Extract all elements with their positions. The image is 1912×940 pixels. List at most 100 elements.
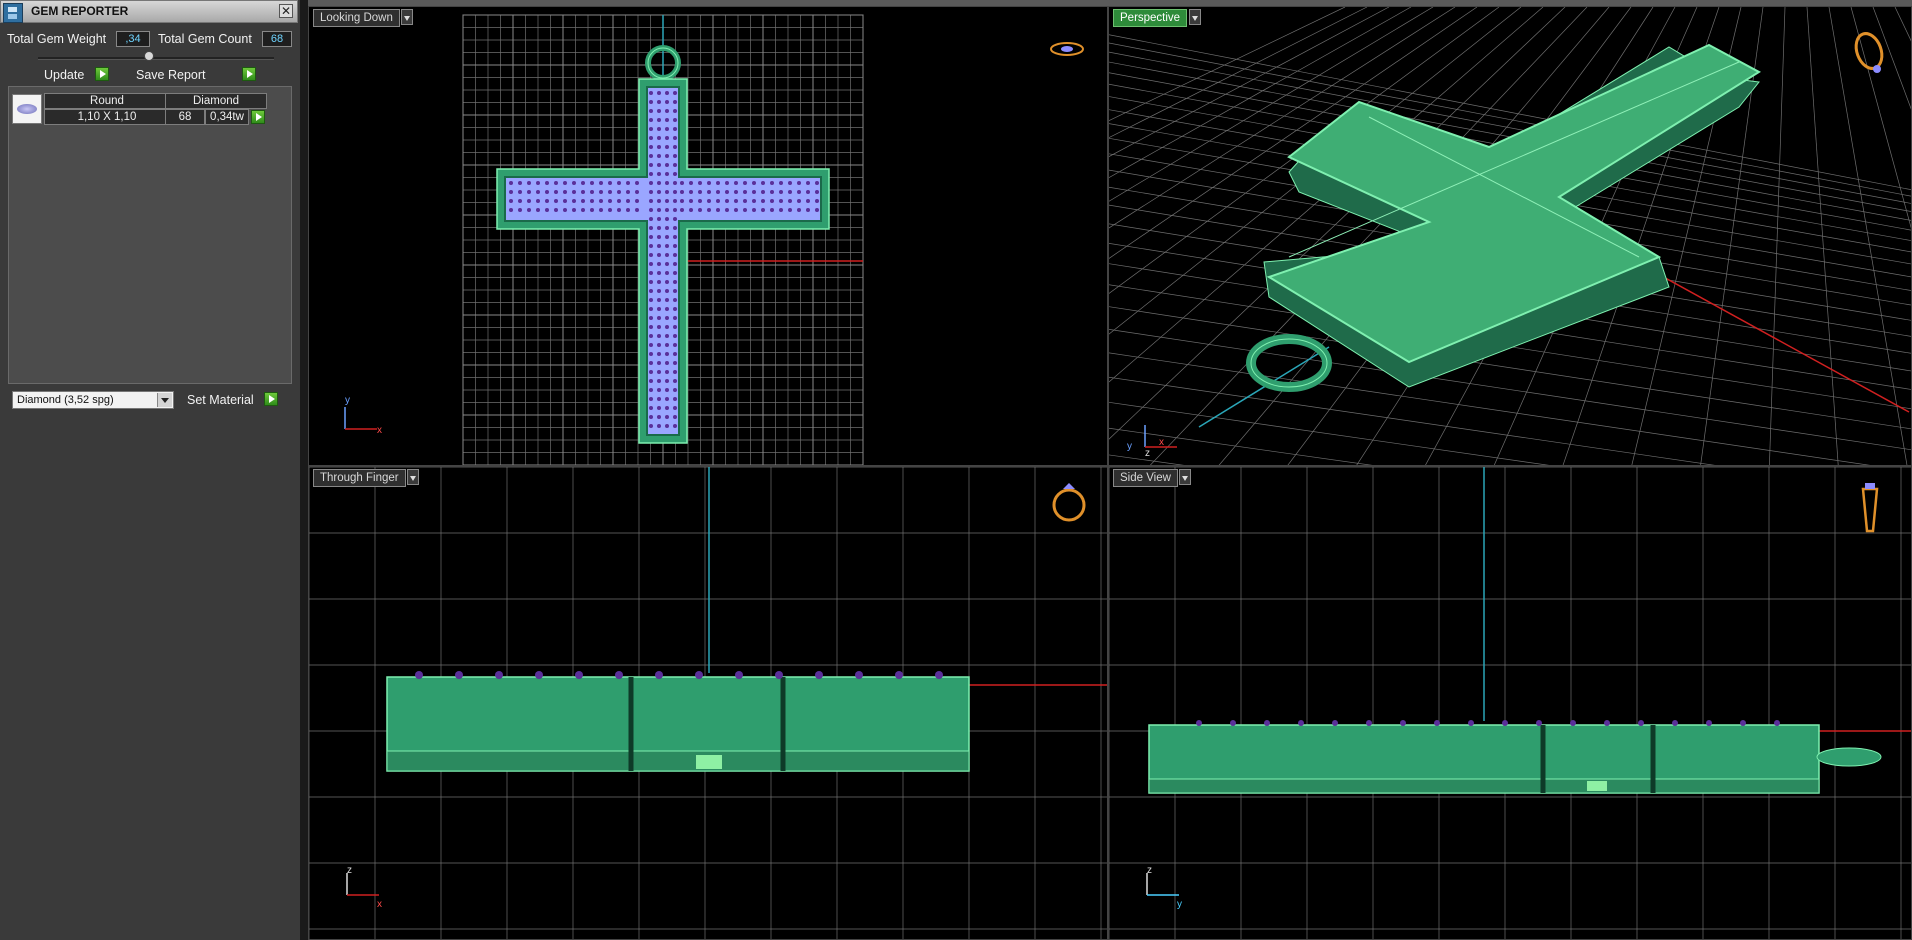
gem-prong <box>657 271 661 275</box>
gem-prong <box>657 325 661 329</box>
gem-prong <box>806 190 810 194</box>
gem-prong <box>649 253 653 257</box>
gem-prong <box>725 199 729 203</box>
gem-prong <box>536 199 540 203</box>
gem-prong <box>665 424 669 428</box>
chevron-down-icon[interactable] <box>407 469 419 485</box>
gem-prong <box>665 397 669 401</box>
gem-prong <box>665 199 669 203</box>
save-report-button[interactable]: Save Report <box>136 68 205 82</box>
gem-prong <box>657 406 661 410</box>
gem-prong <box>665 307 669 311</box>
gem-prong <box>716 181 720 185</box>
gem-prong <box>689 190 693 194</box>
gem-prong <box>649 226 653 230</box>
ring-orientation-icon[interactable] <box>1047 39 1087 59</box>
gem-prong <box>895 671 903 679</box>
panel-slider-knob[interactable] <box>144 51 154 61</box>
gem-prong <box>673 289 677 293</box>
gem-prong <box>649 352 653 356</box>
ring-orientation-icon[interactable] <box>1855 481 1885 537</box>
gem-prong <box>599 190 603 194</box>
gem-prong <box>673 109 677 113</box>
top-view-canvas <box>344 14 864 465</box>
gem-prong <box>657 190 661 194</box>
chevron-down-icon[interactable] <box>157 393 172 407</box>
gem-row-play-icon[interactable] <box>251 110 265 124</box>
gem-prong <box>599 199 603 203</box>
gem-prong <box>545 190 549 194</box>
gem-prong <box>657 334 661 338</box>
ring-orientation-icon[interactable] <box>1049 479 1089 525</box>
gem-prong <box>649 298 653 302</box>
chevron-down-icon[interactable] <box>1179 469 1191 485</box>
gem-prong <box>635 208 639 212</box>
gem-prong <box>770 208 774 212</box>
gem-prong <box>563 208 567 212</box>
cross-front-base <box>386 750 970 772</box>
set-material-button[interactable]: Set Material <box>187 393 254 407</box>
update-play-icon[interactable] <box>95 67 109 81</box>
gem-prong <box>665 271 669 275</box>
gem-prong <box>649 325 653 329</box>
gem-prong <box>673 253 677 257</box>
save-report-play-icon[interactable] <box>242 67 256 81</box>
gem-prong <box>657 199 661 203</box>
viewport-label-front[interactable]: Through Finger <box>313 469 406 487</box>
grid-line <box>1769 7 1786 465</box>
panel-title-bar: GEM REPORTER ✕ <box>0 0 298 23</box>
gem-prong <box>657 280 661 284</box>
round-gem-icon[interactable] <box>12 94 42 124</box>
gem-prong <box>657 361 661 365</box>
close-icon[interactable]: ✕ <box>279 4 293 18</box>
gem-prong <box>788 208 792 212</box>
gem-prong <box>707 190 711 194</box>
gem-prong <box>707 199 711 203</box>
gem-prong <box>649 289 653 293</box>
gem-prong <box>855 671 863 679</box>
gem-prong <box>608 190 612 194</box>
gem-prong <box>665 262 669 266</box>
ring-orientation-icon[interactable] <box>1851 29 1891 75</box>
bail-side-ring <box>1816 747 1882 767</box>
gem-prong <box>649 190 653 194</box>
viewport-looking-down[interactable]: Looking Down y x <box>308 6 1108 466</box>
gem-prong <box>581 190 585 194</box>
gem-prong <box>673 406 677 410</box>
gem-prong <box>509 181 513 185</box>
gem-prong <box>788 190 792 194</box>
gem-prong <box>649 244 653 248</box>
gem-prong <box>1740 720 1746 726</box>
gem-prong <box>527 208 531 212</box>
gem-prong <box>649 181 653 185</box>
grid-line <box>1109 7 1368 139</box>
gem-prong <box>1196 720 1202 726</box>
perspective-canvas <box>1109 7 1911 465</box>
gem-prong <box>815 181 819 185</box>
gem-prong <box>1400 720 1406 726</box>
axis-label-z: z <box>1147 865 1152 876</box>
viewport-label-side[interactable]: Side View <box>1113 469 1178 487</box>
chevron-down-icon[interactable] <box>401 9 413 25</box>
material-select[interactable]: Diamond (3,52 spg) <box>12 391 174 409</box>
viewport-label-perspective[interactable]: Perspective <box>1113 9 1188 27</box>
viewport-through-finger[interactable]: Through Finger z x <box>308 466 1108 940</box>
gem-prong <box>581 181 585 185</box>
gem-prong <box>657 424 661 428</box>
viewport-perspective[interactable]: Perspective y z x <box>1108 6 1912 466</box>
gem-prong <box>626 208 630 212</box>
gem-prong <box>657 172 661 176</box>
gem-prong <box>752 199 756 203</box>
gem-prong <box>649 145 653 149</box>
gem-prong <box>657 145 661 149</box>
gem-prong <box>657 262 661 266</box>
viewport-side-view[interactable]: Side View z y <box>1108 466 1912 940</box>
update-button[interactable]: Update <box>44 68 84 82</box>
gem-prong <box>665 127 669 131</box>
gem-prong <box>608 208 612 212</box>
chevron-down-icon[interactable] <box>1189 9 1201 25</box>
set-material-play-icon[interactable] <box>264 392 278 406</box>
panel-divider[interactable] <box>300 0 308 940</box>
total-count-value: 68 <box>262 31 292 47</box>
viewport-label-top[interactable]: Looking Down <box>313 9 400 27</box>
